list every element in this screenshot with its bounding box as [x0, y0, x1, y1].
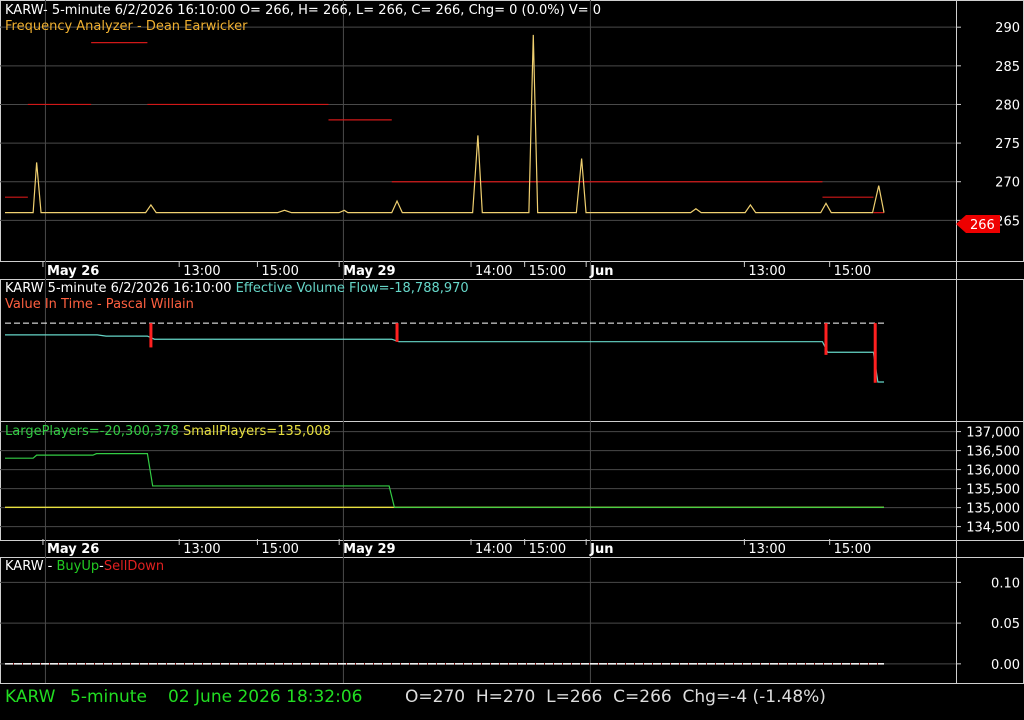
panel-frame-3 [0, 421, 1024, 541]
players-tick-135000: 135,000 [966, 502, 1020, 517]
last-price-tag-label: 266 [970, 218, 995, 233]
value-in-time-spike-1 [395, 323, 399, 342]
buyup-tick-0.1: 0.10 [991, 576, 1020, 591]
price-axis: 265270275280285290 [956, 21, 1020, 229]
players-tick-137000: 137,000 [966, 426, 1020, 441]
players-axis: 134,500 135,000 135,500 136,000 136,500 137,0… [956, 426, 1020, 536]
panel1-subtitle: Frequency Analyzer - Dean Earwicker [5, 19, 248, 34]
time-label-0-6: Jun [589, 264, 613, 279]
price-tick-270: 270 [995, 176, 1020, 191]
buyup-label: BuyUp [57, 559, 100, 574]
panel2-header-line: KARW 5-minute 6/2/2026 16:10:00 Effectiv… [5, 281, 469, 296]
players-tick-135500: 135,500 [966, 483, 1020, 498]
time-label-1-2: 15:00 [261, 542, 298, 557]
time-label-0-8: 15:00 [834, 264, 871, 279]
time-axis-top: May 26 13:00 15:00 May 29 14:00 15:00 Jun 13:00… [42, 261, 871, 279]
large-players-line [5, 453, 884, 508]
time-label-0-2: 15:00 [261, 264, 298, 279]
time-label-1-3: May 29 [343, 542, 395, 557]
time-label-1-7: 13:00 [748, 542, 785, 557]
time-label-1-6: Jun [589, 542, 613, 557]
time-axis-bottom: May 26 13:00 15:00 May 29 14:00 15:00 Jun 13:00… [42, 539, 871, 557]
players-tick-134500: 134,500 [966, 521, 1020, 536]
price-line [5, 34, 885, 214]
status-datetime: 02 June 2026 18:32:06 [168, 687, 362, 707]
status-ohlc: O=270 H=270 L=266 C=266 Chg=-4 (-1.48%) [405, 687, 826, 707]
value-in-time-spike-0 [149, 323, 153, 348]
value-in-time-spike-3 [873, 323, 877, 383]
players-tick-136000: 136,000 [966, 464, 1020, 479]
frequency-analyzer-panel[interactable] [5, 34, 885, 214]
time-label-0-4: 14:00 [475, 264, 512, 279]
effective-volume-flow-label: Effective Volume Flow=-18,788,970 [236, 281, 469, 296]
time-label-0-5: 15:00 [529, 264, 566, 279]
panel-frame-1 [0, 0, 1024, 262]
time-label-1-5: 15:00 [529, 542, 566, 557]
status-symbol: KARW [5, 687, 56, 707]
time-label-0-0: May 26 [47, 264, 99, 279]
time-label-0-1: 13:00 [183, 264, 220, 279]
panel1-header: KARW- 5-minute 6/2/2026 16:10:00 O= 266,… [5, 3, 601, 18]
price-tick-280: 280 [995, 98, 1020, 113]
time-label-1-8: 15:00 [834, 542, 871, 557]
large-players-label: LargePlayers=-20,300,378 [5, 424, 179, 439]
panel2-subtitle: Value In Time - Pascal Willain [5, 297, 194, 312]
players-panel[interactable] [5, 453, 884, 508]
time-label-0-3: May 29 [343, 264, 395, 279]
price-tick-275: 275 [995, 137, 1020, 152]
value-in-time-panel[interactable] [5, 322, 884, 383]
chart-canvas: 265270275280285290 KARW- 5-minute 6/2/20… [0, 0, 1024, 707]
buyup-axis: 0.00 0.05 0.10 [956, 576, 1020, 673]
time-label-1-0: May 26 [47, 542, 99, 557]
status-bar: KARW 5-minute 02 June 2026 18:32:06 O=27… [5, 687, 826, 707]
time-label-0-7: 13:00 [748, 264, 785, 279]
panel4-header-line: KARW - BuyUp-SellDown [5, 559, 164, 574]
small-players-label: SmallPlayers=135,008 [183, 424, 331, 439]
buyup-tick-0.05: 0.05 [991, 617, 1020, 632]
panel4-prefix: KARW - [5, 559, 57, 574]
value-in-time-spike-2 [824, 323, 828, 355]
buyup-tick-0: 0.00 [991, 658, 1020, 673]
panel2-header: KARW 5-minute 6/2/2026 16:10:00 [5, 281, 232, 296]
time-label-1-4: 14:00 [475, 542, 512, 557]
price-tick-290: 290 [995, 21, 1020, 36]
last-price-tag: 266 [956, 215, 1000, 233]
panel3-header-line: LargePlayers=-20,300,378 SmallPlayers=13… [5, 424, 331, 439]
effective-volume-flow-line [5, 334, 884, 383]
status-interval: 5-minute [70, 687, 147, 707]
price-tick-285: 285 [995, 60, 1020, 75]
players-tick-136500: 136,500 [966, 445, 1020, 460]
selldown-label: SellDown [104, 559, 164, 574]
time-label-1-1: 13:00 [183, 542, 220, 557]
